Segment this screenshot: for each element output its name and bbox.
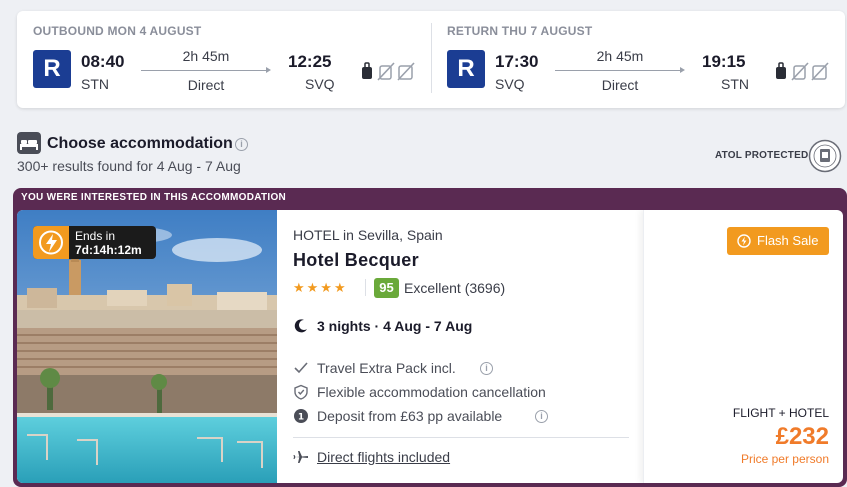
price-panel: Flash Sale FLIGHT + HOTEL £232 Price per… (643, 210, 843, 483)
package-price: £232 (775, 423, 829, 450)
package-type-label: FLIGHT + HOTEL (732, 406, 829, 420)
return-arrive-code: STN (721, 76, 749, 92)
info-icon[interactable]: i (535, 410, 548, 423)
feature-travel-extra: Travel Extra Pack incl. (317, 360, 456, 376)
moon-icon (294, 319, 307, 333)
feature-deposit: Deposit from £63 pp available (317, 408, 503, 424)
airline-logo: R (447, 50, 485, 88)
review-summary: Excellent (3696) (404, 280, 506, 296)
outbound-route-arrow (141, 67, 271, 73)
hotel-details: HOTEL in Sevilla, Spain Hotel Becquer ★★… (277, 210, 643, 483)
stay-duration: 3 nights · 4 Aug - 7 Aug (317, 318, 473, 334)
flash-sale-icon (737, 234, 751, 248)
info-icon[interactable]: i (235, 138, 248, 151)
outbound-depart-code: STN (81, 76, 109, 92)
flash-icon (33, 226, 69, 259)
accommodation-title: Choose accommodation (47, 135, 233, 152)
details-divider (293, 437, 629, 438)
atol-label: ATOL PROTECTED (715, 150, 809, 161)
star-rating: ★★★★ (293, 280, 348, 295)
return-title: RETURN THU 7 AUGUST (447, 24, 593, 38)
return-arrive-time: 19:15 (702, 52, 746, 71)
checkmark-icon (294, 362, 308, 374)
bed-icon (17, 132, 41, 154)
plane-icon (293, 451, 308, 463)
return-stops: Direct (601, 77, 639, 93)
outbound-title: OUTBOUND MON 4 AUGUST (33, 24, 202, 38)
svg-text:1: 1 (298, 413, 304, 423)
shield-check-icon (294, 384, 308, 400)
deposit-coin-icon: 1 (294, 409, 308, 423)
feature-flexible-cancellation: Flexible accommodation cancellation (317, 384, 546, 400)
flight-summary-card: OUTBOUND MON 4 AUGUST R 08:40 STN 2h 45m… (17, 11, 845, 108)
return-duration: 2h 45m (596, 48, 644, 64)
review-score: 95 (374, 278, 399, 298)
results-count: 300+ results found for 4 Aug - 7 Aug (17, 158, 241, 174)
countdown-time: 7d:14h:12m (75, 243, 142, 257)
outbound-depart-time: 08:40 (81, 52, 125, 71)
no-large-cabin-bag-icon (791, 62, 809, 81)
price-per-person-label: Price per person (740, 452, 829, 466)
cabin-bag-icon (362, 62, 372, 79)
hotel-result-card[interactable]: YOU WERE INTERESTED IN THIS ACCOMMODATIO… (13, 188, 847, 487)
rating-separator (365, 279, 366, 296)
atol-logo-icon (808, 139, 842, 173)
hotel-name[interactable]: Hotel Becquer (293, 250, 419, 271)
outbound-duration: 2h 45m (182, 48, 230, 64)
interest-banner: YOU WERE INTERESTED IN THIS ACCOMMODATIO… (21, 192, 287, 203)
flash-sale-label: Flash Sale (757, 233, 819, 248)
airline-logo: R (33, 50, 71, 88)
countdown-badge: Ends in 7d:14h:12m (33, 226, 156, 259)
info-icon[interactable]: i (480, 362, 493, 375)
hotel-result-body: Ends in 7d:14h:12m HOTEL in Sevilla, Spa… (17, 210, 843, 483)
return-depart-time: 17:30 (495, 52, 539, 71)
hotel-type-location: HOTEL in Sevilla, Spain (293, 227, 443, 243)
no-checked-bag-icon (811, 62, 829, 81)
direct-flights-link[interactable]: Direct flights included (317, 449, 450, 465)
outbound-stops: Direct (187, 77, 225, 93)
no-checked-bag-icon (397, 62, 415, 81)
return-depart-code: SVQ (495, 76, 525, 92)
flash-sale-badge: Flash Sale (727, 227, 829, 255)
outbound-arrive-code: SVQ (305, 76, 335, 92)
return-route-arrow (555, 67, 685, 73)
no-large-cabin-bag-icon (377, 62, 395, 81)
hotel-photo[interactable]: Ends in 7d:14h:12m (17, 210, 277, 483)
cabin-bag-icon (776, 62, 786, 79)
outbound-leg: OUTBOUND MON 4 AUGUST R 08:40 STN 2h 45m… (17, 11, 431, 108)
outbound-arrive-time: 12:25 (288, 52, 332, 71)
countdown-label: Ends in (75, 229, 116, 243)
return-leg: RETURN THU 7 AUGUST R 17:30 SVQ 2h 45m D… (431, 11, 845, 108)
